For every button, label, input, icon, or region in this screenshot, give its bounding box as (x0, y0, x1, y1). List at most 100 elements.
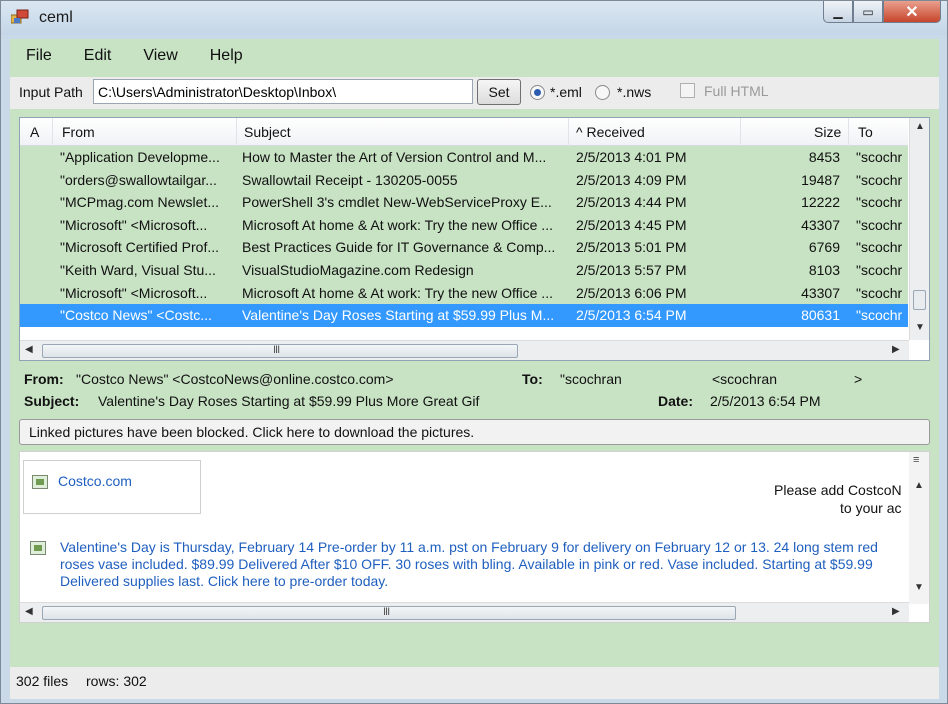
to-cell: "scochr (856, 239, 903, 256)
subject-cell: PowerShell 3's cmdlet New-WebServiceProx… (242, 194, 552, 211)
subject-cell: Microsoft At home & At work: Try the new… (242, 216, 553, 233)
from-cell: "Microsoft Certified Prof... (60, 239, 220, 256)
message-list[interactable]: A From Subject ^ Received Size To "Appli… (19, 117, 930, 361)
body-scroll-up-icon[interactable]: ▲ (914, 480, 924, 491)
nws-radio-label: *.nws (617, 84, 652, 100)
status-bar: 302 files rows: 302 (10, 667, 939, 699)
message-body-view[interactable]: Costco.com Please add CostcoN to your ac… (19, 451, 930, 623)
body-horizontal-scrollbar[interactable]: ◀ III ▶ (20, 602, 909, 622)
blocked-pictures-notice[interactable]: Linked pictures have been blocked. Click… (19, 419, 930, 445)
nws-radio[interactable] (595, 85, 610, 100)
image-placeholder-icon (32, 475, 48, 489)
maximize-button[interactable]: ▭ (853, 1, 883, 23)
title-bar[interactable]: ceml ▁ ▭ ✕ (1, 1, 947, 35)
size-cell: 43307 (801, 216, 840, 233)
list-vertical-scrollbar[interactable]: ▲ ▼ (909, 118, 929, 340)
received-cell: 2/5/2013 4:45 PM (576, 216, 687, 233)
to-more: > (854, 371, 863, 387)
to-cell: "scochr (856, 149, 903, 165)
column-header-from[interactable]: From (62, 124, 95, 140)
input-path-field[interactable] (93, 79, 473, 104)
column-header-a[interactable]: A (30, 124, 39, 140)
window-title: ceml (39, 9, 73, 26)
input-path-label: Input Path (19, 84, 83, 100)
scroll-left-icon[interactable]: ◀ (25, 344, 33, 355)
full-html-checkbox[interactable] (680, 83, 695, 98)
from-cell: "Microsoft" <Microsoft... (60, 216, 208, 233)
eml-radio-label: *.eml (550, 84, 582, 100)
list-horizontal-scrollbar[interactable]: ◀ III ▶ (20, 340, 909, 360)
scroll-up-icon[interactable]: ▲ (915, 121, 925, 132)
size-cell: 43307 (801, 284, 840, 301)
table-row-selected[interactable]: "Costco News" <Costc... Valentine's Day R… (20, 304, 908, 327)
received-cell: 2/5/2013 5:01 PM (576, 239, 687, 256)
list-header: A From Subject ^ Received Size To (20, 118, 908, 146)
close-button[interactable]: ✕ (883, 1, 941, 23)
table-row[interactable]: "orders@swallowtailgar... Swallowtail Rec… (20, 168, 908, 192)
scroll-right-icon[interactable]: ▶ (892, 344, 900, 355)
subject-cell: Valentine's Day Roses Starting at $59.99… (242, 307, 555, 324)
to-cell: "scochr (856, 284, 903, 301)
app-icon (11, 9, 29, 24)
column-header-received[interactable]: ^ Received (576, 124, 645, 140)
set-button[interactable]: Set (477, 79, 521, 105)
body-vertical-scrollbar[interactable]: ≡ ▲ ▼ (909, 452, 929, 604)
table-row[interactable]: "Application Developme... How to Master t… (20, 146, 908, 169)
body-scroll-down-icon[interactable]: ▼ (914, 582, 924, 593)
promo-text[interactable]: Valentine's Day is Thursday, February 14… (60, 539, 910, 590)
table-row[interactable]: "Microsoft" <Microsoft... Microsoft At ho… (20, 213, 908, 237)
received-cell: 2/5/2013 4:09 PM (576, 171, 687, 188)
body-hscroll-thumb[interactable]: III (42, 606, 736, 620)
received-cell: 2/5/2013 4:44 PM (576, 194, 687, 211)
scroll-down-icon[interactable]: ▼ (915, 322, 925, 333)
promo-image-icon (30, 541, 46, 555)
app-window: ceml ▁ ▭ ✕ File Edit View Help Input Pat… (0, 0, 948, 704)
size-cell: 8103 (808, 262, 840, 278)
table-row[interactable]: "Microsoft Certified Prof... Best Practic… (20, 236, 908, 259)
to-cell: "scochr (856, 171, 903, 188)
received-cell: 2/5/2013 6:54 PM (576, 307, 687, 324)
minimize-button[interactable]: ▁ (823, 1, 853, 23)
subject-value: Valentine's Day Roses Starting at $59.99… (98, 393, 480, 409)
list-vscroll-thumb[interactable] (913, 290, 926, 310)
table-row[interactable]: "Keith Ward, Visual Stu... VisualStudioMa… (20, 259, 908, 282)
menu-view[interactable]: View (139, 45, 181, 67)
column-header-to[interactable]: To (858, 124, 873, 140)
subject-cell: VisualStudioMagazine.com Redesign (242, 262, 474, 278)
to-value: "scochran (560, 371, 622, 387)
body-scroll-right-icon[interactable]: ▶ (892, 606, 900, 617)
costco-link[interactable]: Costco.com (58, 473, 132, 489)
column-header-subject[interactable]: Subject (244, 124, 291, 140)
menu-file[interactable]: File (22, 45, 56, 67)
message-details: From: "Costco News" <CostcoNews@online.c… (24, 369, 934, 413)
received-cell: 2/5/2013 4:01 PM (576, 149, 687, 165)
input-path-toolbar: Input Path Set *.eml *.nws Full HTML (10, 77, 939, 109)
table-row[interactable]: "Microsoft" <Microsoft... Microsoft At ho… (20, 281, 908, 305)
size-cell: 8453 (808, 149, 840, 165)
table-row[interactable]: "MCPmag.com Newslet... PowerShell 3's cmd… (20, 191, 908, 214)
menu-help[interactable]: Help (206, 45, 247, 67)
from-value: "Costco News" <CostcoNews@online.costco.… (76, 371, 394, 387)
column-header-size[interactable]: Size (814, 124, 841, 140)
eml-radio[interactable] (530, 85, 545, 100)
subject-cell: How to Master the Art of Version Control… (242, 149, 547, 165)
list-rows: "Application Developme... How to Master t… (20, 146, 908, 342)
list-hscroll-thumb[interactable]: III (42, 344, 518, 358)
add-contact-text-line2: to your ac (840, 500, 902, 516)
from-cell: "Microsoft" <Microsoft... (60, 284, 208, 301)
subject-cell: Swallowtail Receipt - 130205-0055 (242, 171, 458, 188)
subject-cell: Best Practices Guide for IT Governance &… (242, 239, 556, 256)
menu-edit[interactable]: Edit (80, 45, 116, 67)
to-cell: "scochr (856, 194, 903, 211)
grip-icon: III (273, 344, 280, 356)
from-cell: "MCPmag.com Newslet... (60, 194, 220, 211)
from-cell: "Keith Ward, Visual Stu... (60, 262, 216, 278)
size-cell: 12222 (801, 194, 840, 211)
subject-label: Subject: (24, 393, 80, 409)
size-cell: 80631 (801, 307, 840, 324)
body-scroll-left-icon[interactable]: ◀ (25, 606, 33, 617)
client-area: File Edit View Help Input Path Set *.eml… (10, 39, 939, 699)
date-label: Date: (658, 393, 694, 409)
add-contact-text-line1: Please add CostcoN (774, 482, 902, 498)
to-cell: "scochr (856, 216, 903, 233)
